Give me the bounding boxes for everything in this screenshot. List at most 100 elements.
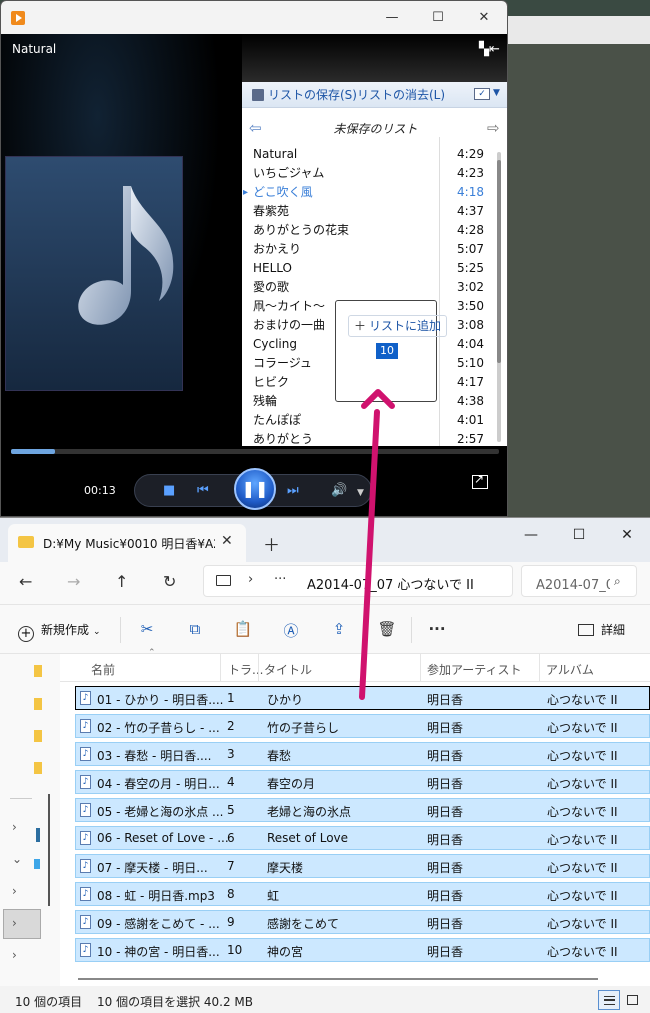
stop-icon[interactable]: ■ [163, 483, 175, 499]
table-row[interactable]: ♪ 10 - 神の宮 - 明日香... 10 神の宮 明日香 心つないで II [75, 936, 650, 964]
search-placeholder[interactable]: A2014-07_07 心つないで IIの検索 [536, 574, 610, 593]
collapse-chevron-icon[interactable]: ⌄ [12, 852, 22, 866]
back-icon[interactable]: ← [19, 572, 32, 591]
playlist-item[interactable]: Natural 4:29 [242, 145, 492, 164]
cell-track: 8 [227, 887, 235, 901]
copy-icon[interactable]: ⧉ [185, 620, 205, 638]
playlist-item[interactable]: たんぽぽ 4:01 [242, 411, 492, 430]
forward-icon[interactable]: → [67, 572, 80, 591]
playlist-item[interactable]: ありがとう 2:57 [242, 430, 492, 449]
nav-scrollbar[interactable] [48, 794, 50, 906]
table-row[interactable]: ♪ 09 - 感謝をこめて - ... 9 感謝をこめて 明日香 心つないで II [75, 908, 650, 936]
audio-file-icon: ♪ [80, 887, 91, 901]
chevron-right-icon[interactable]: › [248, 572, 253, 587]
folder-icon[interactable] [34, 665, 42, 677]
address-path[interactable]: A2014-07_07 心つないで II [307, 574, 474, 593]
column-separator[interactable] [420, 654, 421, 682]
table-row[interactable]: ♪ 05 - 老婦と海の氷点 ... 5 老婦と海の氷点 明日香 心つないで II [75, 796, 650, 824]
nav-item-selected[interactable] [3, 909, 41, 939]
column-separator[interactable] [539, 654, 540, 682]
audio-file-icon: ♪ [80, 859, 91, 873]
paste-icon[interactable]: 📋 [233, 620, 253, 638]
switch-to-now-playing-icon[interactable] [472, 472, 488, 489]
chevron-down-icon[interactable]: ▼ [493, 88, 500, 98]
list-options-icon[interactable]: ✓ [474, 88, 490, 100]
cell-track: 1 [227, 691, 235, 705]
tab-close-icon[interactable]: ✕ [221, 533, 233, 549]
cut-icon[interactable]: ✂ [137, 620, 157, 638]
table-row[interactable]: ♪ 08 - 虹 - 明日香.mp3 8 虹 明日香 心つないで II [75, 880, 650, 908]
expand-chevron-icon[interactable]: › [12, 884, 17, 898]
new-tab-icon[interactable]: ＋ [263, 531, 280, 556]
header-artist[interactable]: 参加アーティスト [427, 661, 522, 678]
folder-icon[interactable] [34, 730, 42, 742]
new-button[interactable]: + 新規作成 ⌄ [18, 621, 101, 642]
previous-icon[interactable]: ⏮ [197, 483, 209, 499]
refresh-icon[interactable]: ↻ [163, 572, 176, 591]
column-separator[interactable] [258, 654, 259, 682]
share-icon[interactable]: ⇪ [329, 620, 349, 638]
cell-artist: 明日香 [427, 833, 464, 847]
playlist-item[interactable]: おかえり 5:07 [242, 240, 492, 259]
volume-chevron-icon[interactable]: ▼ [357, 485, 364, 501]
maximize-button[interactable]: ☐ [556, 524, 602, 546]
more-options-icon[interactable]: ··· [427, 620, 447, 638]
next-icon[interactable]: ⏭ [287, 483, 299, 499]
table-row[interactable]: ♪ 03 - 春愁 - 明日香.... 3 春愁 明日香 心つないで II [75, 740, 650, 768]
rename-icon[interactable]: Ⓐ [281, 620, 301, 641]
table-row[interactable]: ♪ 04 - 春空の月 - 明日... 4 春空の月 明日香 心つないで II [75, 768, 650, 796]
table-row[interactable]: ♪ 06 - Reset of Love - ... 6 Reset of Love 明… [75, 824, 650, 852]
playlist-item[interactable]: 春紫苑 4:37 [242, 202, 492, 221]
cell-name: 10 - 神の宮 - 明日香... [97, 945, 220, 959]
tiles-view-button[interactable] [622, 990, 644, 1010]
playlist-item[interactable]: いちごジャム 4:23 [242, 164, 492, 183]
table-row[interactable]: ♪ 01 - ひかり - 明日香.... 1 ひかり 明日香 心つないで II [75, 684, 650, 712]
search-box[interactable]: A2014-07_07 心つないで IIの検索 ⌕ [521, 565, 637, 597]
expand-chevron-icon[interactable]: › [12, 820, 17, 834]
playlist-item[interactable]: 愛の歌 3:02 [242, 278, 492, 297]
cell-name: 02 - 竹の子昔らし - ... [97, 721, 220, 735]
playlist-scrollbar-thumb[interactable] [497, 160, 501, 363]
forward-arrow-icon[interactable]: ⇨ [487, 119, 500, 137]
column-separator[interactable] [220, 654, 221, 682]
search-icon[interactable]: ⌕ [614, 574, 621, 589]
expand-chevron-icon[interactable]: › [12, 948, 17, 962]
audio-file-icon: ♪ [80, 691, 91, 705]
expand-chevron-icon[interactable]: › [12, 916, 17, 930]
details-pane-button[interactable]: 詳細 [578, 621, 625, 638]
breadcrumb-overflow-icon[interactable]: ··· [274, 572, 286, 587]
playlist-item-duration: 4:17 [457, 375, 484, 389]
header-name[interactable]: 名前 [91, 661, 115, 678]
seek-bar[interactable] [11, 449, 499, 454]
folder-icon[interactable] [34, 698, 42, 710]
address-bar[interactable]: › ··· A2014-07_07 心つないで II [203, 565, 513, 597]
header-album[interactable]: アルバム [546, 661, 594, 678]
delete-icon[interactable]: 🗑 [377, 620, 397, 638]
cell-album: 心つないで II [547, 945, 618, 959]
playlist-item[interactable]: HELLO 5:25 [242, 259, 492, 278]
folder-icon[interactable] [34, 762, 42, 774]
minimize-button[interactable]: — [369, 7, 415, 29]
up-icon[interactable]: ↑ [115, 572, 128, 591]
explorer-tab[interactable]: D:¥My Music¥0010 明日香¥A2014-07_07 心つないで I… [8, 524, 246, 562]
close-button[interactable]: ✕ [461, 7, 507, 29]
cell-title: 竹の子昔らし [267, 721, 340, 735]
horizontal-scrollbar[interactable] [78, 978, 598, 980]
table-row[interactable]: ♪ 02 - 竹の子昔らし - ... 2 竹の子昔らし 明日香 心つないで II [75, 712, 650, 740]
details-view-button[interactable] [598, 990, 620, 1010]
maximize-button[interactable]: ☐ [415, 7, 461, 29]
playlist-item[interactable]: どこ吹く風 4:18 [242, 183, 492, 202]
playlist-item[interactable]: ありがとうの花束 4:28 [242, 221, 492, 240]
volume-icon[interactable]: 🔊 [331, 483, 347, 499]
clear-list-button[interactable]: リストの消去(L) [357, 86, 445, 103]
header-title[interactable]: タイトル [264, 661, 312, 678]
table-row[interactable]: ♪ 07 - 摩天楼 - 明日... 7 摩天楼 明日香 心つないで II [75, 852, 650, 880]
player-titlebar[interactable]: — ☐ ✕ [1, 1, 507, 34]
minimize-button[interactable]: — [508, 524, 554, 546]
layout-options-icon[interactable]: ▚⇤ [479, 42, 500, 58]
close-button[interactable]: ✕ [604, 524, 650, 546]
pause-button[interactable]: ❚❚ [234, 468, 276, 510]
save-list-button[interactable]: リストの保存(S) [252, 86, 357, 103]
folder-icon [18, 536, 34, 548]
media-player-app-icon [11, 11, 25, 25]
